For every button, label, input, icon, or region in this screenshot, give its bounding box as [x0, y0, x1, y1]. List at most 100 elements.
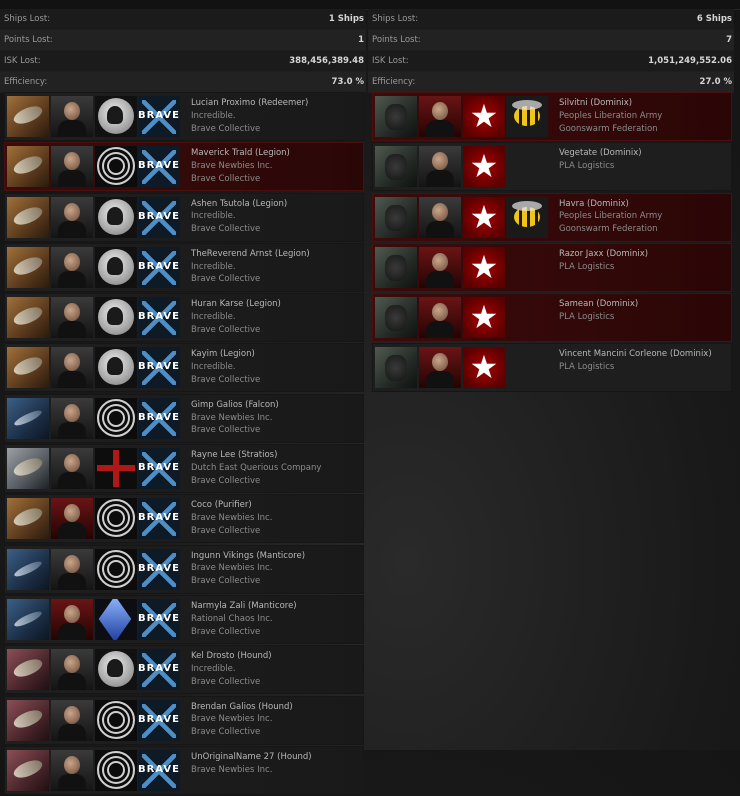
- ship-icon[interactable]: [375, 297, 417, 339]
- corp-logo-icon[interactable]: [95, 498, 137, 540]
- alliance-logo-icon[interactable]: [138, 548, 180, 590]
- ship-icon[interactable]: [375, 196, 417, 238]
- corp-logo-icon[interactable]: [95, 397, 137, 439]
- pilot-entry-lost[interactable]: Silvitni (Dominix) Peoples Liberation Ar…: [372, 92, 732, 141]
- pilot-portrait[interactable]: [51, 498, 93, 540]
- corp-logo-icon[interactable]: [95, 649, 137, 691]
- corp-logo-icon[interactable]: [95, 598, 137, 640]
- pilot-entry[interactable]: Kayim (Legion) Incredible. Brave Collect…: [4, 343, 364, 393]
- pilot-name-link[interactable]: Brendan Galios (Hound): [191, 701, 293, 714]
- pilot-name-link[interactable]: Narmyla Zali (Manticore): [191, 600, 297, 613]
- pilot-portrait[interactable]: [51, 96, 93, 137]
- pilot-portrait[interactable]: [51, 598, 93, 640]
- pilot-entry[interactable]: Kel Drosto (Hound) Incredible. Brave Col…: [4, 645, 364, 695]
- ship-icon[interactable]: [7, 548, 49, 590]
- alliance-name-link[interactable]: Brave Collective: [191, 273, 310, 286]
- corp-logo-icon[interactable]: [95, 699, 137, 741]
- pilot-portrait[interactable]: [51, 548, 93, 590]
- pilot-name-link[interactable]: Lucian Proximo (Redeemer): [191, 97, 308, 110]
- pilot-portrait[interactable]: [419, 96, 461, 137]
- pilot-name-link[interactable]: Gimp Galios (Falcon): [191, 399, 279, 412]
- pilot-entry[interactable]: Brendan Galios (Hound) Brave Newbies Inc…: [4, 695, 364, 745]
- pilot-portrait[interactable]: [51, 196, 93, 238]
- alliance-logo-icon[interactable]: [138, 196, 180, 238]
- alliance-logo-icon[interactable]: [138, 498, 180, 540]
- ship-icon[interactable]: [7, 96, 49, 137]
- alliance-name-link[interactable]: Brave Collective: [191, 626, 297, 639]
- pilot-entry[interactable]: Vincent Mancini Corleone (Dominix) PLA L…: [372, 343, 732, 393]
- pilot-name-link[interactable]: Silvitni (Dominix): [559, 97, 662, 110]
- pilot-name-link[interactable]: Coco (Purifier): [191, 499, 272, 512]
- corp-name-link[interactable]: PLA Logistics: [559, 160, 642, 173]
- alliance-name-link[interactable]: Brave Collective: [191, 173, 290, 186]
- pilot-name-link[interactable]: Havra (Dominix): [559, 198, 662, 211]
- pilot-entry-lost[interactable]: Samean (Dominix) PLA Logistics: [372, 293, 732, 343]
- pilot-name-link[interactable]: Ingunn Vikings (Manticore): [191, 550, 305, 563]
- ship-icon[interactable]: [7, 297, 49, 339]
- alliance-name-link[interactable]: Brave Collective: [191, 424, 279, 437]
- pilot-entry[interactable]: Narmyla Zali (Manticore) Rational Chaos …: [4, 594, 364, 644]
- alliance-logo-icon[interactable]: [138, 397, 180, 439]
- corp-name-link[interactable]: Brave Newbies Inc.: [191, 512, 272, 525]
- alliance-name-link[interactable]: Brave Collective: [191, 374, 260, 387]
- pilot-entry[interactable]: Gimp Galios (Falcon) Brave Newbies Inc. …: [4, 393, 364, 443]
- corp-logo-icon[interactable]: [463, 347, 505, 389]
- pilot-name-link[interactable]: Kayim (Legion): [191, 348, 260, 361]
- pilot-name-link[interactable]: Maverick Trald (Legion): [191, 147, 290, 160]
- pilot-name-link[interactable]: Samean (Dominix): [559, 298, 638, 311]
- pilot-entry-lost[interactable]: Maverick Trald (Legion) Brave Newbies In…: [4, 142, 364, 192]
- pilot-portrait[interactable]: [51, 246, 93, 288]
- corp-logo-icon[interactable]: [95, 146, 137, 188]
- pilot-name-link[interactable]: Huran Karse (Legion): [191, 298, 281, 311]
- corp-name-link[interactable]: Brave Newbies Inc.: [191, 160, 290, 173]
- pilot-entry[interactable]: Vegetate (Dominix) PLA Logistics: [372, 142, 732, 192]
- alliance-logo-icon[interactable]: [138, 347, 180, 389]
- corp-logo-icon[interactable]: [95, 196, 137, 238]
- pilot-name-link[interactable]: Kel Drosto (Hound): [191, 650, 272, 663]
- corp-logo-icon[interactable]: [463, 196, 505, 238]
- corp-name-link[interactable]: Incredible.: [191, 261, 310, 274]
- corp-name-link[interactable]: Peoples Liberation Army: [559, 110, 662, 123]
- alliance-logo-icon[interactable]: [138, 96, 180, 137]
- pilot-portrait[interactable]: [419, 196, 461, 238]
- corp-name-link[interactable]: Incredible.: [191, 210, 287, 223]
- alliance-name-link[interactable]: Goonswarm Federation: [559, 223, 662, 236]
- pilot-name-link[interactable]: UnOriginalName 27 (Hound): [191, 751, 312, 764]
- pilot-entry-lost[interactable]: Razor Jaxx (Dominix) PLA Logistics: [372, 242, 732, 292]
- corp-logo-icon[interactable]: [463, 146, 505, 188]
- alliance-logo-icon[interactable]: [138, 146, 180, 188]
- corp-name-link[interactable]: Brave Newbies Inc.: [191, 764, 312, 777]
- alliance-name-link[interactable]: Brave Collective: [191, 726, 293, 739]
- corp-logo-icon[interactable]: [463, 297, 505, 339]
- corp-logo-icon[interactable]: [95, 246, 137, 288]
- alliance-name-link[interactable]: Goonswarm Federation: [559, 123, 662, 136]
- pilot-portrait[interactable]: [51, 397, 93, 439]
- ship-icon[interactable]: [7, 246, 49, 288]
- alliance-name-link[interactable]: Brave Collective: [191, 575, 305, 588]
- corp-name-link[interactable]: Peoples Liberation Army: [559, 210, 662, 223]
- pilot-entry-lost[interactable]: Havra (Dominix) Peoples Liberation Army …: [372, 192, 732, 242]
- pilot-portrait[interactable]: [51, 649, 93, 691]
- ship-icon[interactable]: [7, 749, 49, 791]
- alliance-logo-icon[interactable]: [138, 598, 180, 640]
- pilot-portrait[interactable]: [51, 749, 93, 791]
- pilot-portrait[interactable]: [419, 297, 461, 339]
- corp-name-link[interactable]: Brave Newbies Inc.: [191, 562, 305, 575]
- pilot-name-link[interactable]: Rayne Lee (Stratios): [191, 449, 321, 462]
- alliance-name-link[interactable]: Brave Collective: [191, 123, 308, 136]
- ship-icon[interactable]: [7, 448, 49, 490]
- alliance-name-link[interactable]: Brave Collective: [191, 676, 272, 689]
- corp-logo-icon[interactable]: [95, 347, 137, 389]
- pilot-entry[interactable]: Ashen Tsutola (Legion) Incredible. Brave…: [4, 192, 364, 242]
- pilot-name-link[interactable]: Ashen Tsutola (Legion): [191, 198, 287, 211]
- pilot-entry[interactable]: TheReverend Arnst (Legion) Incredible. B…: [4, 242, 364, 292]
- ship-icon[interactable]: [7, 649, 49, 691]
- ship-icon[interactable]: [7, 347, 49, 389]
- alliance-name-link[interactable]: Brave Collective: [191, 223, 287, 236]
- pilot-entry[interactable]: Lucian Proximo (Redeemer) Incredible. Br…: [4, 92, 364, 141]
- corp-name-link[interactable]: Incredible.: [191, 361, 260, 374]
- pilot-portrait[interactable]: [419, 246, 461, 288]
- pilot-entry[interactable]: Rayne Lee (Stratios) Dutch East Querious…: [4, 444, 364, 494]
- alliance-logo-icon[interactable]: [138, 699, 180, 741]
- corp-name-link[interactable]: Incredible.: [191, 663, 272, 676]
